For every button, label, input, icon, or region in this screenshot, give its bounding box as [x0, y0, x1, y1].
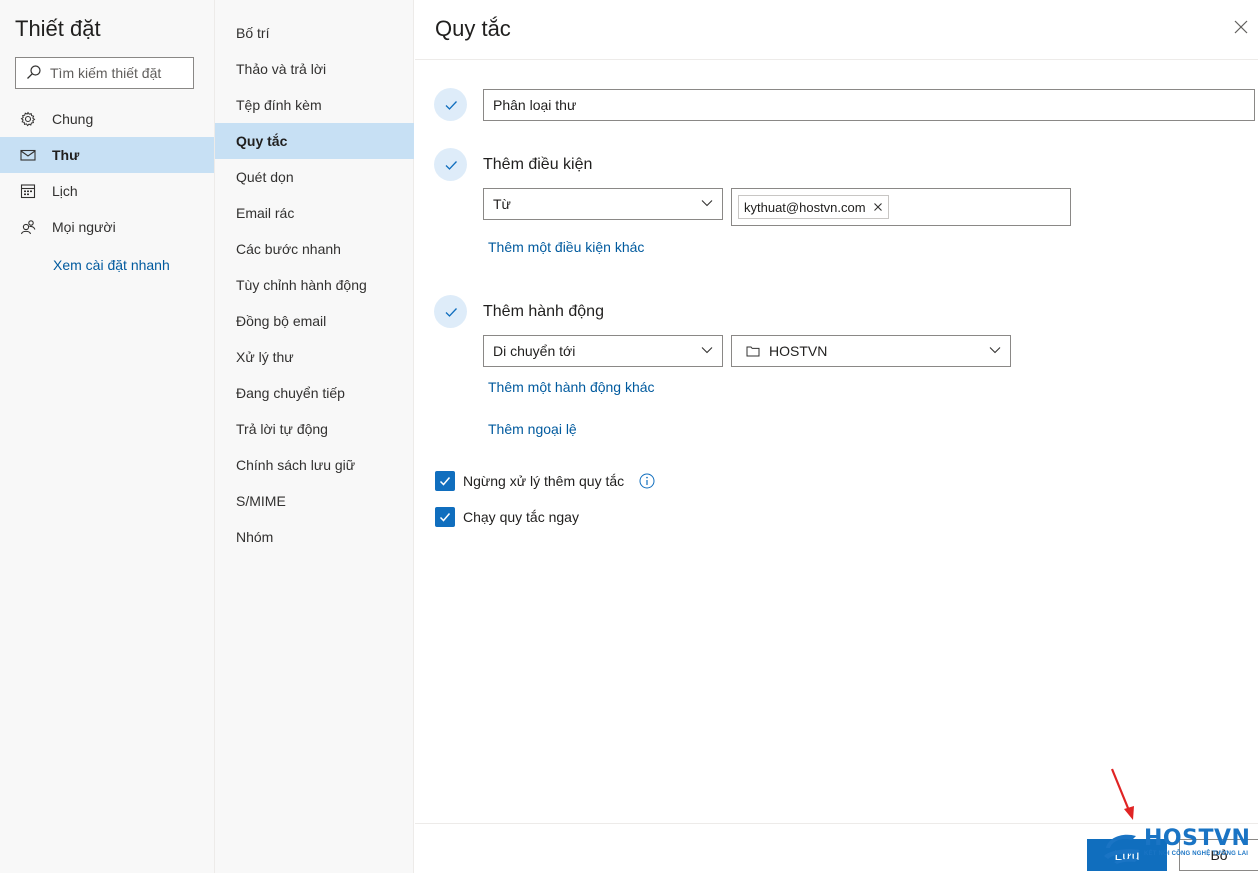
- stop-processing-checkbox[interactable]: [435, 471, 455, 491]
- run-now-option: Chạy quy tắc ngay: [435, 507, 579, 527]
- add-condition-link[interactable]: Thêm một điều kiện khác: [488, 239, 644, 255]
- info-icon[interactable]: [639, 473, 655, 489]
- add-action-link[interactable]: Thêm một hành động khác: [488, 379, 655, 395]
- nav-item-sync-email[interactable]: Đồng bộ email: [215, 303, 414, 339]
- target-folder-dropdown[interactable]: HOSTVN: [731, 335, 1011, 367]
- close-icon[interactable]: [1232, 18, 1250, 36]
- condition-heading: Thêm điều kiện: [483, 156, 593, 173]
- step-complete-check-icon: [434, 295, 467, 328]
- chevron-down-icon: [988, 343, 1002, 360]
- condition-type-value: Từ: [493, 196, 511, 212]
- condition-type-dropdown[interactable]: Từ: [483, 188, 723, 220]
- mail-settings-nav: Bố trí Thảo và trả lời Tệp đính kèm Quy …: [214, 0, 414, 873]
- watermark-tagline: KẾT NỐI CÔNG NGHỆ TƯƠNG LAI: [1144, 851, 1249, 857]
- action-type-dropdown[interactable]: Di chuyển tới: [483, 335, 723, 367]
- settings-sidebar: Thiết đặt Tìm kiếm thiết đặt Chung Thư L…: [0, 0, 214, 873]
- nav-item-compose-reply[interactable]: Thảo và trả lời: [215, 51, 414, 87]
- nav-item-layout[interactable]: Bố trí: [215, 15, 414, 51]
- nav-item-smime[interactable]: S/MIME: [215, 483, 414, 519]
- settings-search-input[interactable]: Tìm kiếm thiết đặt: [15, 57, 194, 89]
- step-complete-check-icon: [434, 148, 467, 181]
- category-label: Chung: [52, 111, 94, 127]
- category-mail[interactable]: Thư: [0, 137, 214, 173]
- action-heading: Thêm hành động: [483, 303, 604, 320]
- annotation-arrow-icon: [1110, 768, 1134, 820]
- category-people[interactable]: Mọi người: [0, 209, 214, 245]
- step-complete-check-icon: [434, 88, 467, 121]
- nav-item-groups[interactable]: Nhóm: [215, 519, 414, 555]
- view-quick-settings-link[interactable]: Xem cài đặt nhanh: [53, 257, 170, 273]
- folder-name: HOSTVN: [769, 343, 828, 359]
- category-calendar[interactable]: Lịch: [0, 173, 214, 209]
- nav-item-retention-policies[interactable]: Chính sách lưu giữ: [215, 447, 414, 483]
- sender-chip[interactable]: kythuat@hostvn.com: [738, 195, 889, 219]
- search-placeholder: Tìm kiếm thiết đặt: [50, 65, 162, 81]
- category-general[interactable]: Chung: [0, 101, 214, 137]
- stop-processing-label: Ngừng xử lý thêm quy tắc: [463, 473, 625, 489]
- calendar-icon: [20, 183, 36, 199]
- run-now-label: Chạy quy tắc ngay: [463, 509, 579, 525]
- chevron-down-icon: [700, 343, 714, 360]
- rule-name-input[interactable]: Phân loại thư: [483, 89, 1255, 121]
- nav-item-rules[interactable]: Quy tắc: [215, 123, 414, 159]
- nav-item-customize-actions[interactable]: Tùy chỉnh hành động: [215, 267, 414, 303]
- sender-chip-label: kythuat@hostvn.com: [744, 199, 866, 215]
- header-divider: [415, 59, 1258, 60]
- watermark-brand: HOSTVN: [1144, 826, 1251, 851]
- hostvn-logo-icon: [1104, 834, 1140, 864]
- hostvn-watermark: HOSTVN KẾT NỐI CÔNG NGHỆ TƯƠNG LAI: [1100, 826, 1258, 870]
- run-now-checkbox[interactable]: [435, 507, 455, 527]
- panel-title: Quy tắc: [435, 16, 511, 41]
- category-label: Mọi người: [52, 219, 116, 235]
- gear-icon: [20, 111, 36, 127]
- action-type-value: Di chuyển tới: [493, 343, 576, 359]
- watermark-text: HOSTVN KẾT NỐI CÔNG NGHỆ TƯƠNG LAI: [1144, 826, 1250, 857]
- chevron-down-icon: [700, 196, 714, 213]
- folder-icon: [746, 345, 760, 357]
- rule-editor-panel: Quy tắc Phân loại thư Thêm điều kiện Từ …: [415, 0, 1258, 873]
- mail-settings-list: Bố trí Thảo và trả lời Tệp đính kèm Quy …: [215, 15, 414, 555]
- nav-item-message-handling[interactable]: Xử lý thư: [215, 339, 414, 375]
- nav-item-sweep[interactable]: Quét dọn: [215, 159, 414, 195]
- stop-processing-option: Ngừng xử lý thêm quy tắc: [435, 471, 655, 491]
- nav-item-forwarding[interactable]: Đang chuyển tiếp: [215, 375, 414, 411]
- settings-title: Thiết đặt: [15, 16, 101, 41]
- nav-item-automatic-replies[interactable]: Trả lời tự động: [215, 411, 414, 447]
- target-folder-value: HOSTVN: [746, 343, 827, 359]
- category-label: Lịch: [52, 183, 78, 199]
- condition-value-input[interactable]: kythuat@hostvn.com: [731, 188, 1071, 226]
- nav-item-junk-email[interactable]: Email rác: [215, 195, 414, 231]
- mail-icon: [20, 147, 36, 163]
- settings-categories: Chung Thư Lịch Mọi người: [0, 101, 214, 245]
- category-label: Thư: [52, 147, 80, 163]
- search-icon: [26, 64, 44, 82]
- people-icon: [20, 219, 36, 235]
- add-exception-link[interactable]: Thêm ngoại lệ: [488, 421, 577, 437]
- remove-chip-icon[interactable]: [873, 202, 883, 212]
- nav-item-attachments[interactable]: Tệp đính kèm: [215, 87, 414, 123]
- nav-item-quick-steps[interactable]: Các bước nhanh: [215, 231, 414, 267]
